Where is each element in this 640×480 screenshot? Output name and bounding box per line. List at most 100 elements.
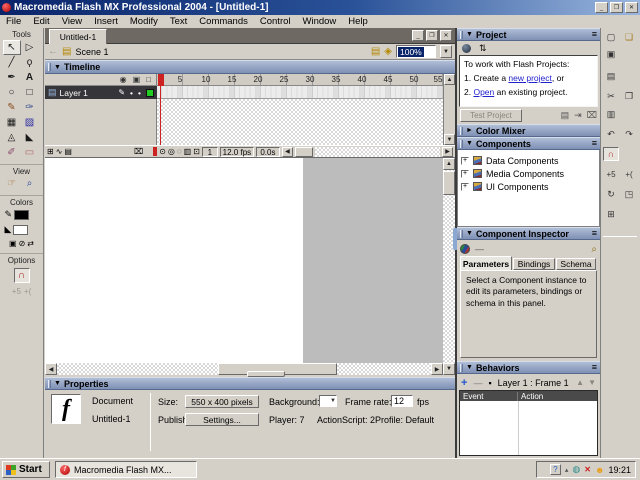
tray-mute-icon[interactable]: ✕	[584, 465, 591, 474]
subselection-tool[interactable]: ▷	[21, 40, 39, 55]
eraser-tool[interactable]: ▭	[21, 145, 39, 160]
tray-caret-icon[interactable]: ▴	[565, 466, 569, 474]
component-inspector-panel-header[interactable]: ▼ Component Inspector ≡	[457, 227, 600, 240]
version-control-icon[interactable]	[462, 43, 471, 53]
pencil-tool[interactable]: ✎	[3, 100, 21, 115]
zoom-tool[interactable]: ⌕	[21, 176, 39, 191]
start-button[interactable]: Start	[2, 461, 50, 478]
move-up-icon[interactable]: ▲	[576, 378, 584, 387]
insert-layer-button[interactable]: ⊞	[47, 147, 54, 156]
timeline-hscroll-thumb[interactable]	[294, 146, 313, 157]
arrow-tool[interactable]: ↖	[2, 40, 21, 55]
menu-file[interactable]: File	[0, 16, 27, 27]
component-inspector-gripper[interactable]	[460, 229, 463, 238]
edit-symbol-button[interactable]: ◈	[384, 46, 392, 57]
new-folder-icon[interactable]: ▤	[561, 110, 570, 121]
minimize-button[interactable]: _	[595, 2, 608, 13]
free-transform-tool[interactable]: ▦	[3, 115, 21, 130]
component-inspector-options-menu-icon[interactable]: ≡	[592, 229, 597, 238]
stage-hscroll-track-left[interactable]	[57, 363, 218, 375]
copy-button[interactable]: ❐	[621, 89, 637, 103]
insert-layer-folder-button[interactable]: ▤	[64, 147, 72, 156]
edit-multiple-frames-button[interactable]: ▥	[184, 147, 192, 156]
lock-column-icon[interactable]: ▣	[133, 75, 141, 84]
ink-bottle-tool[interactable]: ◬	[3, 130, 21, 145]
remove-behavior-button[interactable]: —	[473, 378, 482, 388]
menu-edit[interactable]: Edit	[27, 16, 55, 27]
delete-layer-button[interactable]: ⌧	[134, 147, 143, 156]
add-motion-guide-button[interactable]: ∿	[56, 147, 63, 156]
title-bar[interactable]: Macromedia Flash MX Professional 2004 - …	[0, 0, 640, 15]
open-file-button[interactable]: ❏	[621, 30, 637, 44]
expand-plus-icon[interactable]: +	[461, 169, 469, 178]
text-tool[interactable]: A	[21, 70, 39, 85]
edit-scene-button[interactable]: ▤	[371, 46, 380, 57]
behaviors-options-menu-icon[interactable]: ≡	[592, 363, 597, 372]
stroke-color-swatch[interactable]	[14, 209, 30, 220]
components-gripper[interactable]	[460, 139, 463, 148]
undo-button[interactable]: ↶	[603, 127, 619, 141]
close-button[interactable]: ✕	[625, 2, 638, 13]
frame-rate-input[interactable]: 12	[391, 395, 413, 407]
timeline-vscrollbar[interactable]: ▲ ▼	[443, 74, 455, 145]
inspect-magnify-icon[interactable]: ⌕	[591, 244, 597, 255]
stage-hscroll-track-right[interactable]	[337, 363, 431, 375]
no-color-button[interactable]: ⊘	[19, 239, 26, 248]
components-tree-item[interactable]: + Data Components	[461, 154, 596, 167]
expand-plus-icon[interactable]: +	[461, 182, 469, 191]
layer-row[interactable]: ▤ Layer 1 ✎ • •	[45, 86, 157, 99]
behaviors-panel-header[interactable]: ▼ Behaviors ≡	[457, 361, 600, 374]
new-project-link[interactable]: new project	[508, 73, 551, 83]
scene-label[interactable]: Scene 1	[75, 47, 108, 57]
paste-button[interactable]: ▥	[603, 107, 619, 121]
zoom-select[interactable]: 100%	[396, 45, 436, 58]
stage-scroll-down-button[interactable]: ▼	[443, 363, 455, 375]
playhead[interactable]	[158, 74, 164, 86]
project-delete-icon[interactable]: ⌧	[587, 110, 597, 121]
default-colors-button[interactable]: ▣	[9, 239, 17, 248]
modify-onion-markers-button[interactable]: ⊡	[193, 147, 200, 156]
cut-button[interactable]: ✂	[603, 89, 619, 103]
background-color-swatch[interactable]: ▼	[319, 395, 337, 407]
event-column-header[interactable]: Event	[460, 391, 518, 401]
restore-button[interactable]: ❐	[610, 2, 623, 13]
line-tool[interactable]: ╱	[3, 55, 21, 70]
components-item-label[interactable]: Media Components	[486, 169, 564, 179]
publish-settings-button[interactable]: Settings...	[185, 413, 259, 426]
components-item-label[interactable]: UI Components	[486, 182, 549, 192]
timeline-hscroll-track[interactable]	[314, 146, 440, 157]
menu-help[interactable]: Help	[342, 16, 374, 27]
snap-button[interactable]: ∩	[603, 147, 619, 161]
components-tree-item[interactable]: + UI Components	[461, 180, 596, 193]
menu-insert[interactable]: Insert	[88, 16, 124, 27]
swap-colors-button[interactable]: ⇄	[27, 239, 34, 248]
mdi-restore-button[interactable]: ❐	[426, 30, 438, 41]
move-down-icon[interactable]: ▼	[588, 378, 596, 387]
pen-tool[interactable]: ✒	[3, 70, 21, 85]
properties-header[interactable]: ▼ Properties	[45, 377, 455, 390]
straighten-button[interactable]: +5	[603, 167, 619, 181]
redo-button[interactable]: ↷	[621, 127, 637, 141]
action-column-header[interactable]: Action	[518, 392, 543, 401]
components-panel-header[interactable]: ▼ Components ≡	[457, 137, 600, 150]
project-gripper[interactable]	[460, 30, 463, 39]
eyedropper-tool[interactable]: ✐	[3, 145, 21, 160]
save-file-button[interactable]: ▣	[603, 47, 619, 61]
tray-user-icon[interactable]: ☻	[595, 465, 604, 475]
timeline-scroll-down-button[interactable]: ▼	[444, 134, 455, 145]
project-options-menu-icon[interactable]: ≡	[592, 30, 597, 39]
outline-column-icon[interactable]: □	[146, 75, 151, 84]
center-frame-button[interactable]: ⊙	[159, 147, 166, 156]
document-tab[interactable]: Untitled-1	[49, 29, 107, 44]
brush-tool[interactable]: ✑	[21, 100, 39, 115]
smooth-button[interactable]: +(	[621, 167, 637, 181]
show-hide-column-icon[interactable]: ◉	[120, 75, 127, 84]
components-options-menu-icon[interactable]: ≡	[592, 139, 597, 148]
stage-scroll-left-button[interactable]: ◀	[45, 363, 57, 375]
timeline-gripper[interactable]	[48, 63, 51, 71]
timeline-scroll-left-button[interactable]: ◀	[281, 146, 293, 157]
rectangle-tool[interactable]: □	[21, 85, 39, 100]
stage-scroll-up-button[interactable]: ▲	[443, 158, 455, 170]
tab-parameters[interactable]: Parameters	[460, 256, 512, 270]
layer-name[interactable]: Layer 1	[60, 88, 88, 98]
